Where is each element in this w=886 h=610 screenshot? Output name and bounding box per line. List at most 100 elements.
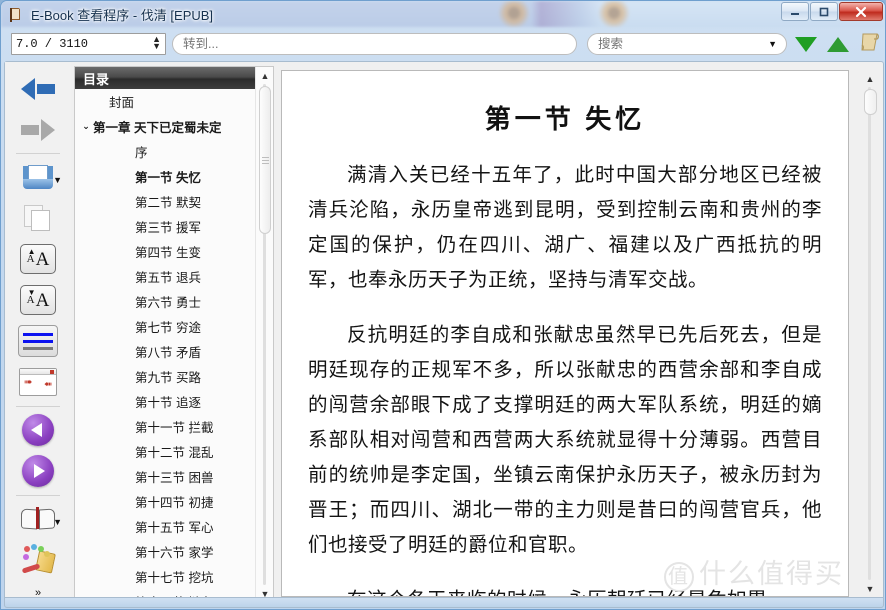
back-button[interactable]: [6, 68, 70, 109]
watermark: 值什么值得买: [664, 552, 844, 592]
watermark-badge: 值: [664, 562, 694, 592]
application-window: E-Book 查看程序 - 伐清 [EPUB] ▲▼ ▼: [0, 0, 886, 610]
reference-mode-button[interactable]: [857, 31, 883, 57]
search-input[interactable]: [598, 35, 768, 53]
top-toolbar: ▲▼ ▼: [1, 28, 885, 60]
toc-item-label: 第十六节 家学: [135, 546, 214, 560]
toc-item-label: 第二节 默契: [135, 196, 201, 210]
status-bar: [4, 597, 884, 608]
bookmark-button[interactable]: ▼: [6, 499, 70, 540]
window-controls: [781, 2, 883, 21]
page-number-stepper[interactable]: ▲▼: [11, 33, 166, 55]
copy-icon: [24, 205, 52, 232]
maximize-button[interactable]: [810, 2, 838, 21]
scroll-icon: [858, 31, 882, 58]
page-scrollbar[interactable]: ▲ ▼: [861, 70, 879, 597]
toc-item[interactable]: 第十四节 初捷: [75, 489, 273, 514]
toc-item[interactable]: 第八节 矛盾: [75, 339, 273, 364]
toc-item[interactable]: 第一节 失忆: [75, 164, 273, 189]
body-paragraph: 满清入关已经十五年了，此时中国大部分地区已经被清兵沦陷，永历皇帝逃到昆明，受到控…: [308, 165, 822, 291]
toc-item[interactable]: 第六节 勇士: [75, 289, 273, 314]
chevron-down-icon[interactable]: ▼: [768, 39, 777, 49]
toc-item[interactable]: ⌄ 第一章 天下已定蜀未定: [75, 114, 273, 139]
minimize-button[interactable]: [781, 2, 809, 21]
toc-item-label: 第一章 天下已定蜀未定: [93, 121, 222, 135]
table-of-contents-panel: 目录 封面 ⌄ 第一章 天下已定蜀未定序第一节 失忆 第二节 默契 第三节 援军 第四节 …: [74, 66, 274, 601]
previous-page-button[interactable]: [6, 410, 70, 451]
toc-item[interactable]: 序: [75, 139, 273, 164]
scroll-up-arrow-icon[interactable]: ▲: [256, 67, 273, 84]
fullscreen-icon: ➠ ➠: [19, 368, 57, 397]
search-combobox[interactable]: ▼: [587, 33, 787, 55]
line-spacing-button[interactable]: [6, 321, 70, 362]
page-scroll-thumb[interactable]: [864, 89, 877, 115]
toc-item[interactable]: 第二节 默契: [75, 189, 273, 214]
toc-item[interactable]: 第三节 援军: [75, 214, 273, 239]
toc-item-label: 第六节 勇士: [135, 296, 201, 310]
font-increase-icon: ▲ A A: [20, 244, 56, 275]
title-bar: E-Book 查看程序 - 伐清 [EPUB]: [1, 1, 885, 27]
back-arrow-icon: [21, 77, 55, 100]
toc-item-label: 第十七节 挖坑: [135, 571, 214, 585]
body-paragraph: 反抗明廷的李自成和张献忠虽然早已先后死去，但是明廷现存的正规军不多，所以张献忠的…: [308, 325, 822, 556]
forward-button[interactable]: [6, 109, 70, 150]
toc-item[interactable]: 第十节 追逐: [75, 389, 273, 414]
toc-item[interactable]: 第十七节 挖坑: [75, 564, 273, 589]
find-previous-button[interactable]: [825, 31, 851, 57]
goto-input[interactable]: [172, 33, 577, 55]
find-next-button[interactable]: [793, 31, 819, 57]
window-title: E-Book 查看程序 - 伐清 [EPUB]: [31, 7, 214, 23]
font-increase-button[interactable]: ▲ A A: [6, 239, 70, 280]
toc-item-label: 序: [135, 146, 148, 160]
chevron-down-icon[interactable]: ▼: [53, 517, 62, 527]
triangle-down-icon: [795, 36, 817, 52]
toc-item[interactable]: 第十一节 拦截: [75, 414, 273, 439]
forward-arrow-icon: [21, 118, 55, 141]
toc-scrollbar[interactable]: ▲ ▼: [255, 67, 273, 600]
watermark-text: 什么值得买: [699, 559, 844, 589]
toc-item-label: 第五节 退兵: [135, 271, 201, 285]
toc-item-label: 第十四节 初捷: [135, 496, 214, 510]
appearance-button[interactable]: [6, 540, 70, 581]
toc-item[interactable]: 第十五节 军心: [75, 514, 273, 539]
toc-item[interactable]: 封面: [75, 89, 273, 114]
toc-scroll-thumb[interactable]: [259, 86, 271, 234]
copy-button[interactable]: [6, 198, 70, 239]
close-button[interactable]: [839, 2, 883, 21]
open-book-icon: [23, 165, 53, 190]
prev-page-circle-icon: [22, 414, 54, 447]
font-decrease-icon: ▼ A A: [20, 285, 56, 316]
toc-item-label: 第十五节 军心: [135, 521, 214, 535]
palette-icon: [21, 544, 56, 574]
toc-item[interactable]: 第十六节 家学: [75, 539, 273, 564]
toc-item-label: 第九节 买路: [135, 371, 201, 385]
toc-item-label: 第十一节 拦截: [135, 421, 214, 435]
page-number-input[interactable]: [16, 35, 144, 53]
toc-item[interactable]: 第十三节 困兽: [75, 464, 273, 489]
toolbar-divider: [16, 405, 60, 407]
stepper-arrows-icon[interactable]: ▲ ▼: [152, 35, 161, 51]
font-decrease-button[interactable]: ▼ A A: [6, 280, 70, 321]
reading-pane: 第一节 失忆 满清入关已经十五年了，此时中国大部分地区已经被清兵沦陷，永历皇帝逃…: [281, 70, 849, 597]
fullscreen-button[interactable]: ➠ ➠: [6, 362, 70, 403]
toc-item[interactable]: 第七节 穷途: [75, 314, 273, 339]
toc-item[interactable]: 第十二节 混乱: [75, 439, 273, 464]
toc-item-label: 第七节 穷途: [135, 321, 201, 335]
toc-header: 目录: [75, 67, 273, 89]
chevron-down-icon[interactable]: ▼: [53, 175, 62, 185]
page-scroll-track[interactable]: [868, 87, 871, 580]
next-page-button[interactable]: [6, 451, 70, 492]
toc-list[interactable]: 封面 ⌄ 第一章 天下已定蜀未定序第一节 失忆 第二节 默契 第三节 援军 第四节 生变第…: [75, 89, 273, 600]
toc-item-label: 第八节 矛盾: [135, 346, 201, 360]
chevron-down-icon[interactable]: ⌄: [79, 121, 93, 132]
toc-item[interactable]: 第九节 买路: [75, 364, 273, 389]
toc-item[interactable]: 第五节 退兵: [75, 264, 273, 289]
client-area: ▼ ▲ A A ▼ A A ➠ ➠ ▼ » 目录 封面 ⌄ 第一章 天下已定蜀未…: [4, 61, 884, 606]
toc-item[interactable]: 第四节 生变: [75, 239, 273, 264]
toc-item-label: 第一节 失忆: [135, 171, 201, 185]
page-title: 第一节 失忆: [484, 105, 646, 134]
page-scroll-down-arrow-icon[interactable]: ▼: [861, 580, 879, 597]
page-scroll-up-arrow-icon[interactable]: ▲: [861, 70, 879, 87]
open-book-button[interactable]: ▼: [6, 157, 70, 198]
toolbar-divider: [16, 153, 60, 154]
